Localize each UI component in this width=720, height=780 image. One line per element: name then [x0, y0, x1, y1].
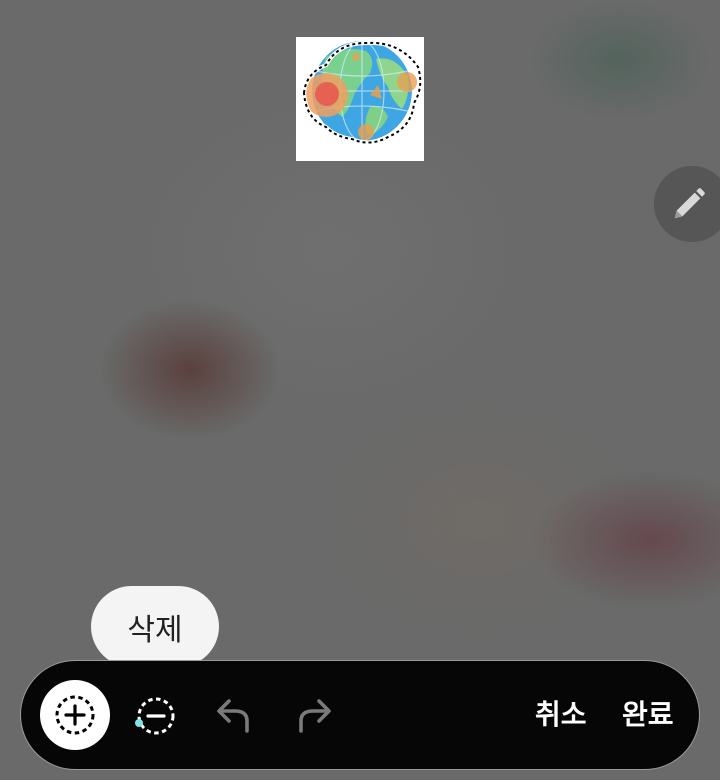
redo-button[interactable]	[289, 691, 339, 741]
globe-icon	[301, 40, 423, 145]
delete-label: 삭제	[127, 612, 183, 648]
undo-button[interactable]	[209, 691, 259, 741]
selection-subtract-icon	[135, 697, 175, 735]
selected-object-thumbnail	[296, 37, 424, 161]
delete-tooltip[interactable]: 삭제	[91, 586, 219, 667]
undo-icon	[217, 699, 249, 733]
pencil-icon	[674, 188, 705, 219]
add-selection-button[interactable]	[40, 680, 110, 750]
selection-toolbar: 취소 완료	[20, 660, 700, 770]
selection-add-icon	[55, 695, 95, 735]
edit-button[interactable]	[654, 166, 720, 242]
cancel-button[interactable]: 취소	[535, 695, 587, 735]
done-button[interactable]: 완료	[622, 695, 674, 735]
subtract-selection-button[interactable]	[129, 691, 179, 741]
redo-icon	[299, 699, 331, 733]
